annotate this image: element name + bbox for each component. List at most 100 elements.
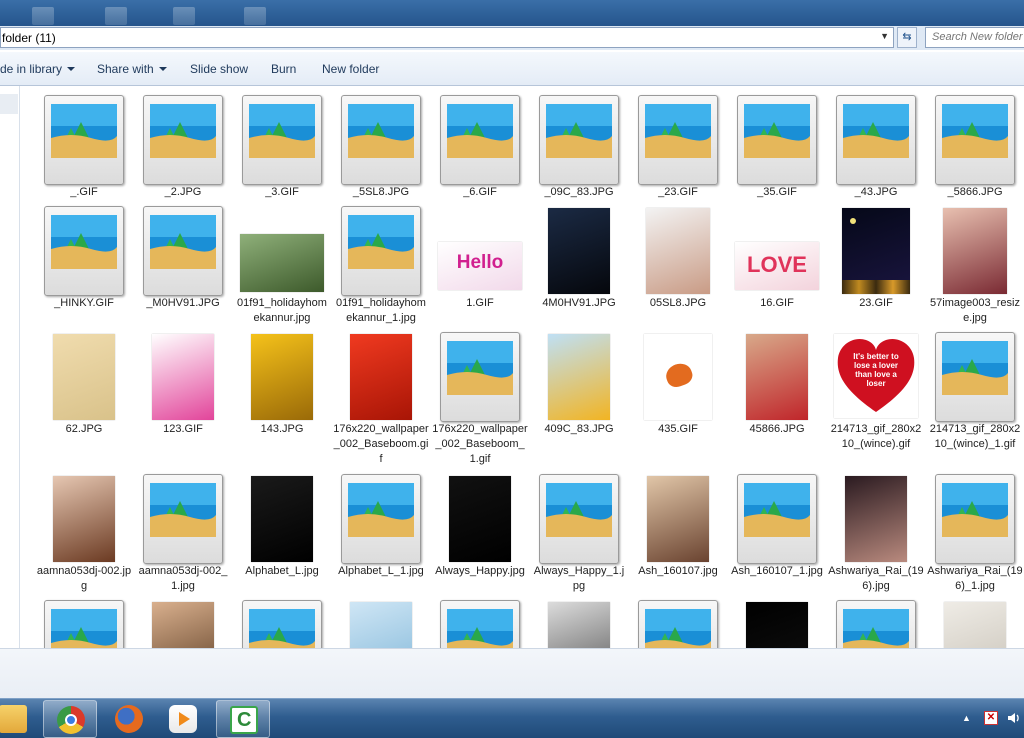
file-thumbnail[interactable] (341, 206, 421, 296)
file-thumbnail[interactable] (143, 206, 223, 296)
file-thumbnail[interactable] (44, 95, 124, 185)
file-thumbnail[interactable] (341, 474, 421, 564)
file-thumbnail[interactable] (341, 95, 421, 185)
file-thumbnail[interactable] (143, 332, 223, 422)
file-thumbnail[interactable] (242, 474, 322, 564)
file-thumbnail[interactable] (638, 332, 718, 422)
taskbar-button-media[interactable] (156, 700, 210, 738)
file-name: 176x220_wallpaper_002_Baseboom_1.gif (432, 423, 528, 465)
file-name: _09C_83.JPG (544, 186, 614, 198)
image-placeholder-icon (546, 104, 612, 158)
address-bar[interactable]: folder (11) ▼ (0, 27, 894, 48)
file-thumbnail[interactable] (242, 332, 322, 422)
image-placeholder-icon (942, 483, 1008, 537)
thumbnail-image: LOVE (735, 242, 819, 290)
file-thumbnail[interactable] (638, 206, 718, 296)
file-name: aamna053dj-002.jpg (36, 565, 132, 592)
file-thumbnail[interactable] (539, 600, 619, 648)
file-thumbnail[interactable] (836, 95, 916, 185)
file-thumbnail[interactable] (440, 95, 520, 185)
thumbnail-image (350, 334, 412, 420)
file-thumbnail[interactable] (341, 332, 421, 422)
file-thumbnail[interactable] (240, 206, 324, 296)
image-placeholder-icon (447, 341, 513, 395)
file-thumbnail[interactable] (539, 474, 619, 564)
file-thumbnail[interactable] (737, 474, 817, 564)
navigation-pane[interactable] (0, 86, 20, 648)
file-thumbnail[interactable] (935, 332, 1015, 422)
thumbnail-image (53, 476, 115, 562)
action-center-icon[interactable]: ✕ (984, 711, 998, 725)
file-thumbnail[interactable]: LOVE (735, 206, 819, 296)
file-thumbnail[interactable] (44, 206, 124, 296)
thumbnail-image (350, 602, 412, 648)
image-placeholder-icon (645, 104, 711, 158)
file-thumbnail[interactable] (440, 332, 520, 422)
taskbar-button-camtasia[interactable]: С (216, 700, 270, 738)
image-placeholder-icon (348, 483, 414, 537)
taskbar: С ▲ ✕ (0, 698, 1024, 738)
file-thumbnail[interactable] (440, 474, 520, 564)
file-thumbnail[interactable] (836, 600, 916, 648)
file-thumbnail[interactable] (836, 474, 916, 564)
file-thumbnail[interactable]: Hello (438, 206, 522, 296)
include-in-library-button[interactable]: de in library (0, 62, 76, 76)
burn-button[interactable]: Burn (271, 62, 296, 76)
file-thumbnail[interactable] (539, 95, 619, 185)
file-thumbnail[interactable] (143, 95, 223, 185)
window-title-bar (0, 0, 1024, 28)
taskbar-button-firefox[interactable] (102, 700, 156, 738)
navigation-pane-item[interactable] (0, 94, 18, 114)
image-placeholder-icon (150, 104, 216, 158)
file-thumbnail[interactable] (737, 95, 817, 185)
file-name: 435.GIF (658, 423, 698, 435)
file-thumbnail[interactable] (638, 95, 718, 185)
file-thumbnail[interactable] (44, 332, 124, 422)
file-name: _M0HV91.JPG (146, 297, 220, 309)
file-thumbnail[interactable] (341, 600, 421, 648)
file-thumbnail[interactable]: It's better to lose a lover than love a … (834, 332, 918, 422)
file-name: Alphabet_L.jpg (245, 565, 319, 577)
file-thumbnail[interactable] (539, 332, 619, 422)
share-with-button[interactable]: Share with (97, 62, 167, 76)
file-thumbnail[interactable] (440, 600, 520, 648)
file-thumbnail[interactable] (935, 600, 1015, 648)
file-thumbnail[interactable] (935, 474, 1015, 564)
refresh-button[interactable]: ⇆ (897, 27, 917, 48)
file-thumbnail[interactable] (242, 95, 322, 185)
thumbnail-image (647, 476, 709, 562)
address-path[interactable]: folder (11) (2, 31, 56, 45)
file-thumbnail[interactable] (737, 600, 817, 648)
file-thumbnail[interactable] (44, 474, 124, 564)
show-hidden-icons-icon[interactable]: ▲ (962, 713, 971, 723)
file-name: 01f91_holidayhomekannur_1.jpg (336, 297, 426, 324)
camtasia-icon: С (230, 706, 258, 734)
file-thumbnail[interactable] (737, 332, 817, 422)
file-thumbnail[interactable] (935, 95, 1015, 185)
file-thumbnail[interactable] (242, 600, 322, 648)
search-input[interactable] (932, 31, 1024, 43)
image-placeholder-icon (348, 104, 414, 158)
file-list[interactable]: _.GIF _2.JPG _3.GIF _5SL8.JPG _6.GIF _09C_83.… (21, 86, 1024, 648)
file-thumbnail[interactable] (638, 600, 718, 648)
taskbar-button-start[interactable] (0, 700, 40, 738)
file-thumbnail[interactable] (539, 206, 619, 296)
file-thumbnail[interactable] (836, 206, 916, 296)
image-placeholder-icon (744, 483, 810, 537)
taskbar-button-chrome[interactable] (43, 700, 97, 738)
chevron-down-icon[interactable]: ▼ (880, 31, 889, 41)
file-thumbnail[interactable] (143, 600, 223, 648)
file-thumbnail[interactable] (44, 600, 124, 648)
file-thumbnail[interactable] (638, 474, 718, 564)
chevron-down-icon (158, 67, 167, 71)
file-name: 45866.JPG (749, 423, 805, 435)
slide-show-button[interactable]: Slide show (190, 62, 248, 76)
thumbnail-image (746, 334, 808, 420)
file-thumbnail[interactable] (143, 474, 223, 564)
thumbnail-image (845, 476, 907, 562)
file-thumbnail[interactable] (935, 206, 1015, 296)
new-folder-button[interactable]: New folder (322, 62, 379, 76)
volume-icon[interactable] (1006, 710, 1022, 726)
search-box[interactable] (925, 27, 1024, 48)
image-placeholder-icon (51, 215, 117, 269)
